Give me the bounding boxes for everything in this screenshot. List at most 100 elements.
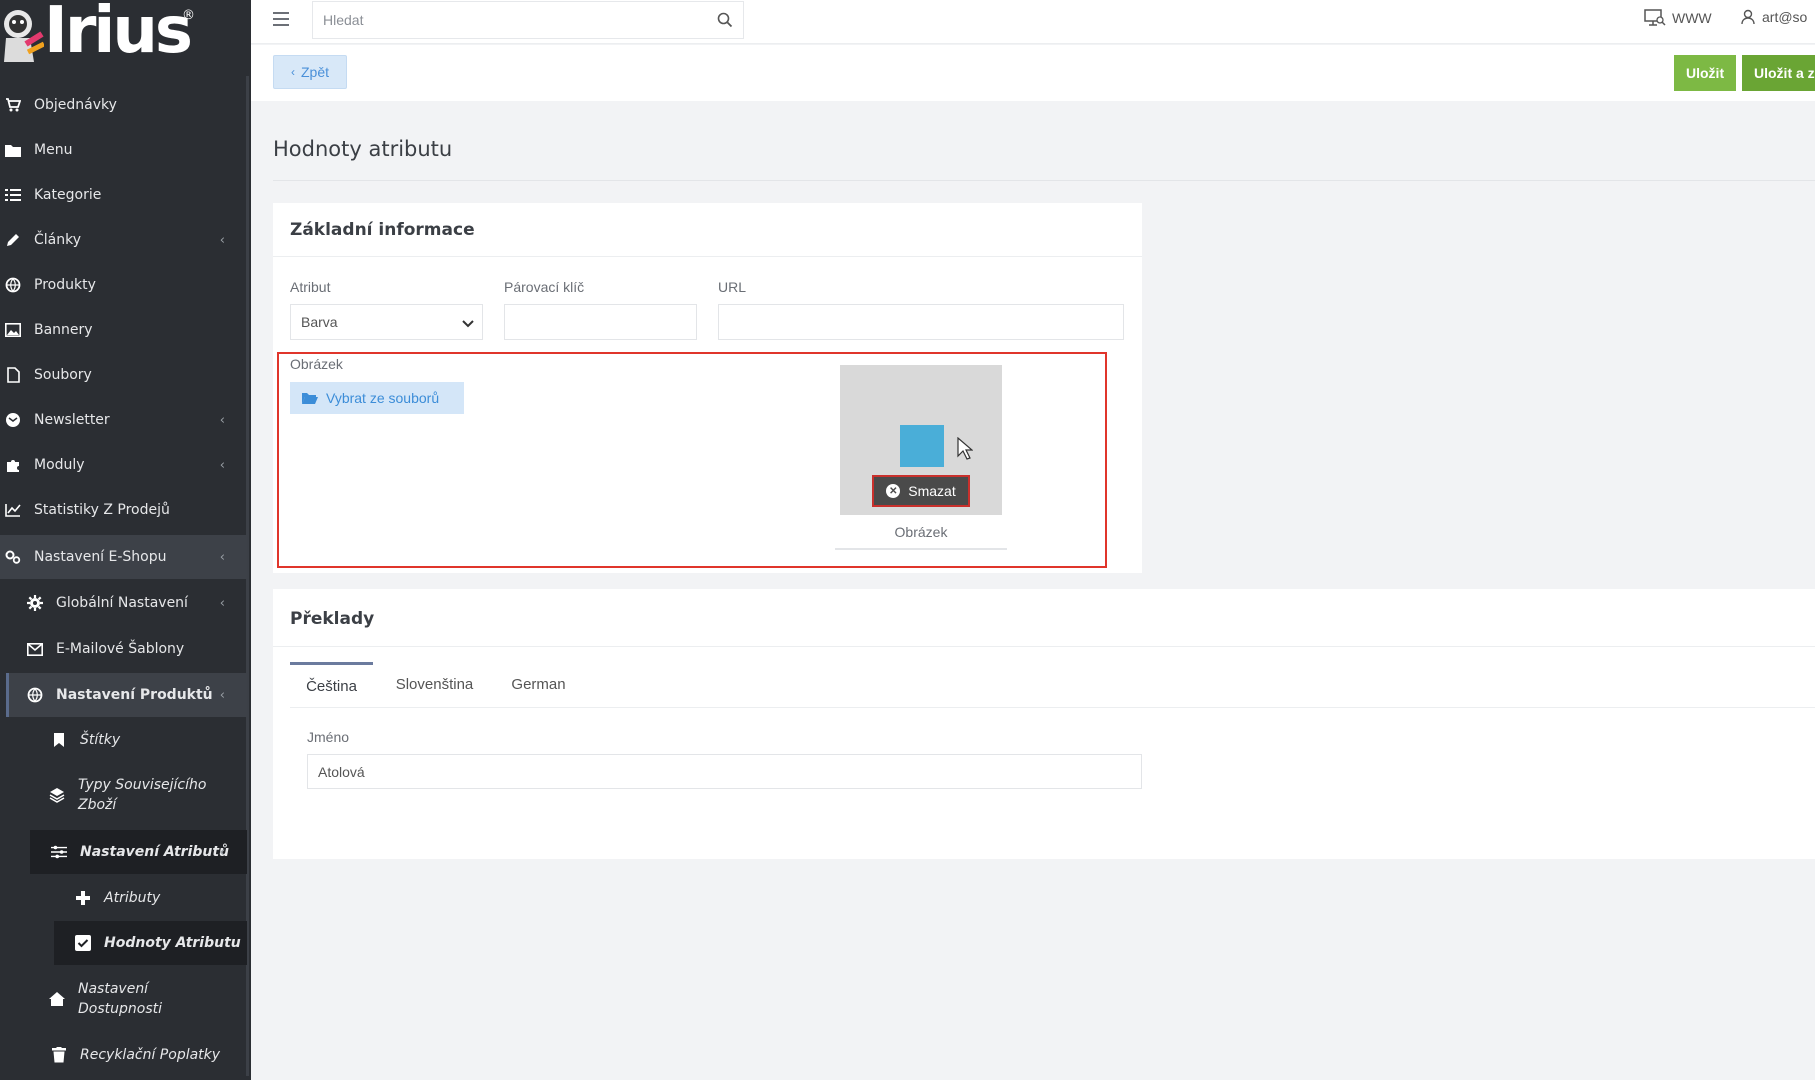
chevron-left-icon: ‹	[219, 457, 225, 473]
image-preview[interactable]: ✕ Smazat	[840, 365, 1002, 515]
translations-card: Překlady	[273, 589, 1815, 859]
chevron-left-icon: ‹	[219, 412, 225, 428]
sidebar-item-label: Atributy	[104, 890, 161, 906]
sidebar-item-availability-settings[interactable]: Nastavení Dostupnosti	[0, 969, 247, 1029]
search-icon[interactable]	[717, 12, 733, 28]
sidebar-item-recycling-fees[interactable]: Recyklační Poplatky	[0, 1033, 247, 1077]
sidebar-item-label: Nastavení Produktů	[56, 687, 213, 703]
save-button[interactable]: Uložit	[1674, 55, 1737, 91]
sidebar-item-label: Nastavení E-Shopu	[34, 549, 167, 565]
delete-label: Smazat	[908, 483, 956, 499]
ball-icon	[27, 687, 43, 703]
folder-open-icon	[302, 392, 318, 404]
checkbox-icon	[75, 935, 91, 951]
sidebar-item-categories[interactable]: Kategorie	[0, 173, 247, 217]
tab-slovenstina[interactable]: Slovenština	[383, 662, 486, 707]
registered-mark: ®	[182, 8, 195, 23]
translations-header: Překlady	[273, 592, 1815, 647]
chevron-left-icon: ‹	[219, 687, 225, 703]
brand-logo[interactable]: Irius ®	[0, 0, 251, 76]
cogs-icon	[5, 549, 21, 565]
sliders-icon	[51, 844, 67, 860]
bookmark-icon	[51, 732, 67, 748]
sidebar-item-eshop-settings[interactable]: Nastavení E-Shopu ‹	[0, 535, 247, 579]
sidebar-item-newsletter[interactable]: Newsletter ‹	[0, 398, 247, 442]
choose-from-files-button[interactable]: Vybrat ze souborů	[290, 382, 464, 414]
sidebar-item-orders[interactable]: Objednávky	[0, 83, 247, 127]
trash-icon	[51, 1047, 67, 1063]
sidebar-item-label: Kategorie	[34, 187, 102, 203]
sidebar: Irius ® Objednávky Menu Kategorie Články…	[0, 0, 251, 1080]
pencil-icon	[5, 232, 21, 248]
sidebar-item-label: Nastavení Atributů	[80, 844, 230, 860]
sidebar-item-attribute-settings[interactable]: Nastavení Atributů ‹	[30, 830, 247, 874]
tab-cestina[interactable]: Čeština	[290, 662, 373, 707]
sidebar-item-files[interactable]: Soubory	[0, 353, 247, 397]
url-label: URL	[718, 279, 747, 295]
hamburger-menu-icon[interactable]	[273, 12, 289, 28]
sidebar-item-label: Hodnoty Atributu	[104, 935, 241, 951]
back-label: Zpět	[300, 64, 329, 80]
cart-icon	[5, 97, 21, 113]
chevron-left-icon: ‹	[290, 65, 295, 79]
choose-from-files-label: Vybrat ze souborů	[326, 390, 440, 406]
sidebar-item-label: Bannery	[34, 322, 93, 338]
sidebar-item-label: Produkty	[34, 277, 96, 293]
action-bar: ‹ Zpět Uložit Uložit a zav	[251, 45, 1815, 101]
pairing-key-input[interactable]	[504, 304, 697, 340]
save-and-close-button[interactable]: Uložit a zav	[1742, 55, 1815, 91]
sidebar-item-global-settings[interactable]: Globální Nastavení ‹	[0, 581, 247, 625]
chart-icon	[5, 502, 21, 518]
www-link[interactable]: WWW	[1644, 9, 1712, 27]
sidebar-item-related-goods-types[interactable]: Typy Souvisejícího Zboží	[0, 765, 247, 825]
url-input[interactable]	[718, 304, 1124, 340]
sidebar-item-articles[interactable]: Články ‹	[0, 218, 247, 262]
mail-icon	[27, 641, 43, 657]
mascot-icon	[4, 10, 44, 62]
divider	[835, 548, 1007, 550]
sidebar-item-banners[interactable]: Bannery	[0, 308, 247, 352]
sidebar-item-label: Typy Souvisejícího Zboží	[78, 777, 207, 813]
topbar: WWW art@so	[251, 0, 1815, 44]
plus-icon	[75, 890, 91, 906]
list-icon	[5, 187, 21, 203]
sidebar-item-statistics[interactable]: Statistiky Z Prodejů	[0, 488, 247, 532]
envelope-icon	[5, 412, 21, 428]
chevron-left-icon: ‹	[219, 549, 225, 565]
image-icon	[5, 322, 21, 338]
sidebar-item-modules[interactable]: Moduly ‹	[0, 443, 247, 487]
name-input[interactable]: Atolová	[307, 754, 1142, 789]
image-caption: Obrázek	[894, 524, 948, 540]
sidebar-item-attributes[interactable]: Atributy	[0, 876, 247, 920]
sidebar-item-menu[interactable]: Menu	[0, 128, 247, 172]
mouse-cursor-icon	[957, 437, 973, 460]
back-button[interactable]: ‹ Zpět	[273, 55, 347, 89]
sidebar-item-label: Moduly	[34, 457, 85, 473]
monitor-icon	[1644, 9, 1666, 26]
name-label: Jméno	[307, 729, 350, 745]
search-box	[312, 1, 744, 39]
puzzle-icon	[5, 457, 21, 473]
chevron-left-icon: ‹	[219, 844, 225, 860]
delete-image-button[interactable]: ✕ Smazat	[872, 475, 970, 507]
sidebar-item-products[interactable]: Produkty	[0, 263, 247, 307]
layers-icon	[49, 787, 65, 803]
sidebar-item-attribute-values[interactable]: Hodnoty Atributu	[54, 921, 247, 965]
user-icon	[1741, 9, 1755, 25]
tab-german[interactable]: German	[496, 662, 581, 707]
sidebar-item-tags[interactable]: Štítky	[0, 718, 247, 762]
search-input[interactable]	[323, 2, 703, 38]
divider	[273, 180, 1815, 181]
ball-icon	[5, 277, 21, 293]
attribute-select[interactable]: Barva	[290, 304, 483, 340]
sidebar-item-product-settings[interactable]: Nastavení Produktů ‹	[6, 673, 247, 717]
sidebar-item-label: Soubory	[34, 367, 92, 383]
attribute-value: Barva	[301, 314, 338, 330]
sidebar-item-label: E-Mailové Šablony	[56, 641, 185, 657]
page-title: Hodnoty atributu	[273, 137, 453, 161]
sidebar-item-label: Menu	[34, 142, 73, 158]
sidebar-item-email-templates[interactable]: E-Mailové Šablony	[0, 627, 247, 671]
chevron-left-icon: ‹	[219, 232, 225, 248]
user-menu[interactable]: art@so	[1741, 9, 1807, 25]
attribute-label: Atribut	[290, 279, 331, 295]
